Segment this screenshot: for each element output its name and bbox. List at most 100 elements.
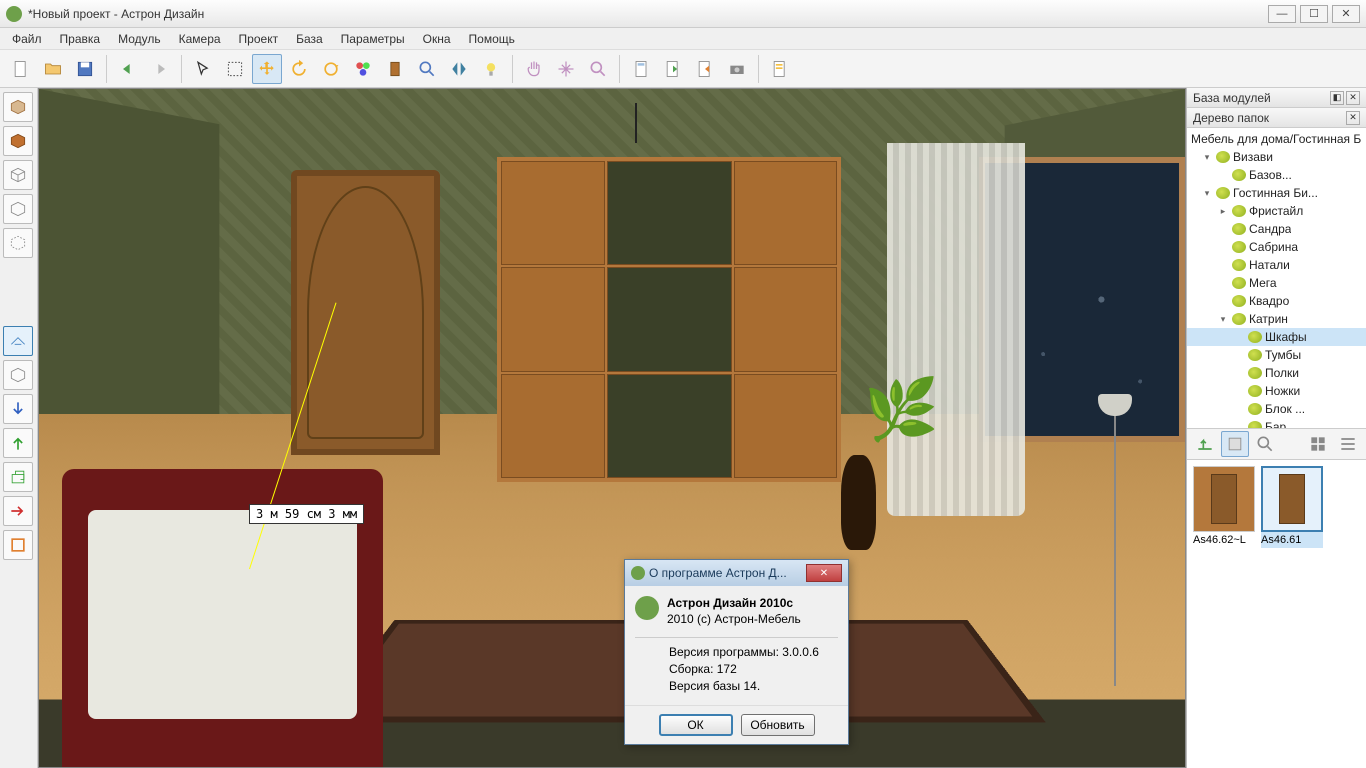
calc-button[interactable] xyxy=(626,54,656,84)
view-persp-icon[interactable] xyxy=(3,326,33,356)
new-file-button[interactable] xyxy=(6,54,36,84)
tree-item[interactable]: Шкафы xyxy=(1187,328,1366,346)
tree-item[interactable]: ▸Фристайл xyxy=(1187,202,1366,220)
box-orange-icon[interactable] xyxy=(3,530,33,560)
export-button[interactable] xyxy=(658,54,688,84)
thumb-view-large-icon[interactable] xyxy=(1221,431,1249,457)
tree-panel-header[interactable]: Дерево папок ✕ xyxy=(1187,108,1366,128)
close-button[interactable]: ✕ xyxy=(1332,5,1360,23)
tree-item-label: Катрин xyxy=(1249,312,1288,326)
tree-item[interactable]: Сандра xyxy=(1187,220,1366,238)
open-file-button[interactable] xyxy=(38,54,68,84)
tree-item[interactable]: Базов... xyxy=(1187,166,1366,184)
menu-module[interactable]: Модуль xyxy=(110,30,169,48)
tree-item[interactable]: Ножки xyxy=(1187,382,1366,400)
rotate-free-button[interactable] xyxy=(316,54,346,84)
panel-dock-icon[interactable]: ◧ xyxy=(1330,91,1344,105)
thumb-search-icon[interactable] xyxy=(1251,431,1279,457)
primitive-solid-icon[interactable] xyxy=(3,126,33,156)
tree-item[interactable]: Мега xyxy=(1187,274,1366,292)
3d-viewport[interactable]: 3 м 59 см 3 мм О программе Астрон Д... ✕… xyxy=(38,88,1186,768)
arrow-down-blue-icon[interactable] xyxy=(3,394,33,424)
spacer xyxy=(3,262,33,322)
tree-item[interactable]: Квадро xyxy=(1187,292,1366,310)
primitive-wire-icon[interactable] xyxy=(3,160,33,190)
menu-windows[interactable]: Окна xyxy=(415,30,459,48)
door-button[interactable] xyxy=(380,54,410,84)
product-icon xyxy=(635,596,659,620)
ok-button[interactable]: ОК xyxy=(659,714,733,736)
thumb-up-icon[interactable] xyxy=(1191,431,1219,457)
primitive-box-icon[interactable] xyxy=(3,92,33,122)
magnify-button[interactable] xyxy=(412,54,442,84)
menu-params[interactable]: Параметры xyxy=(333,30,413,48)
orbit-button[interactable] xyxy=(551,54,581,84)
undo-button[interactable] xyxy=(113,54,143,84)
view-ortho-icon[interactable] xyxy=(3,360,33,390)
room-door xyxy=(291,170,440,455)
copyright: 2010 (с) Астрон-Мебель xyxy=(667,612,801,628)
folder-tree[interactable]: Мебель для дома/Гостинная Б ▾Визави Базов… xyxy=(1187,128,1366,428)
expander-icon[interactable]: ▾ xyxy=(1217,314,1229,325)
color-button[interactable] xyxy=(348,54,378,84)
folder-icon xyxy=(1232,259,1246,271)
arrow-up-green-icon[interactable] xyxy=(3,428,33,458)
dialog-body: Астрон Дизайн 2010с 2010 (с) Астрон-Мебе… xyxy=(625,586,848,631)
tree-item[interactable]: Полки xyxy=(1187,364,1366,382)
menu-file[interactable]: Файл xyxy=(4,30,50,48)
redo-button[interactable] xyxy=(145,54,175,84)
mirror-button[interactable] xyxy=(444,54,474,84)
thumbnail-item[interactable]: As46.62~L xyxy=(1193,466,1255,548)
tree-item[interactable]: Блок ... xyxy=(1187,400,1366,418)
tree-item-label: Базов... xyxy=(1249,168,1292,182)
light-button[interactable] xyxy=(476,54,506,84)
folder-icon xyxy=(1232,241,1246,253)
report-button[interactable] xyxy=(765,54,795,84)
tree-root[interactable]: Мебель для дома/Гостинная Б xyxy=(1187,130,1366,148)
marquee-button[interactable] xyxy=(220,54,250,84)
menu-base[interactable]: База xyxy=(288,30,331,48)
modules-panel-header[interactable]: База модулей ◧ ✕ xyxy=(1187,88,1366,108)
tree-item[interactable]: ▾ Катрин xyxy=(1187,310,1366,328)
tree-item[interactable]: ▾Визави xyxy=(1187,148,1366,166)
arrow-diag-green-icon[interactable] xyxy=(3,462,33,492)
tree-close-icon[interactable]: ✕ xyxy=(1346,111,1360,125)
select-button[interactable] xyxy=(188,54,218,84)
import-button[interactable] xyxy=(690,54,720,84)
tree-item-label: Натали xyxy=(1249,258,1290,272)
menu-camera[interactable]: Камера xyxy=(171,30,229,48)
thumbnail-area[interactable]: As46.62~LAs46.61 xyxy=(1187,460,1366,768)
pan-button[interactable] xyxy=(519,54,549,84)
panel-close-icon[interactable]: ✕ xyxy=(1346,91,1360,105)
primitive-outline-icon[interactable] xyxy=(3,194,33,224)
menu-help[interactable]: Помощь xyxy=(461,30,523,48)
menu-edit[interactable]: Правка xyxy=(52,30,109,48)
tree-item[interactable]: Натали xyxy=(1187,256,1366,274)
tree-item[interactable]: Тумбы xyxy=(1187,346,1366,364)
thumbnail-item[interactable]: As46.61 xyxy=(1261,466,1323,548)
maximize-button[interactable]: ☐ xyxy=(1300,5,1328,23)
folder-icon xyxy=(1248,349,1262,361)
minimize-button[interactable]: — xyxy=(1268,5,1296,23)
expander-icon[interactable]: ▾ xyxy=(1201,152,1213,163)
menu-project[interactable]: Проект xyxy=(231,30,287,48)
zoom-button[interactable] xyxy=(583,54,613,84)
expander-icon[interactable]: ▸ xyxy=(1217,206,1229,217)
snapshot-button[interactable] xyxy=(722,54,752,84)
plant xyxy=(864,374,979,496)
dialog-close-button[interactable]: ✕ xyxy=(806,564,842,582)
primitive-dashed-icon[interactable] xyxy=(3,228,33,258)
tree-item-label: Бар xyxy=(1265,420,1286,428)
update-button[interactable]: Обновить xyxy=(741,714,815,736)
rotate-90-button[interactable] xyxy=(284,54,314,84)
save-button[interactable] xyxy=(70,54,100,84)
thumb-grid-icon[interactable] xyxy=(1304,431,1332,457)
tree-item[interactable]: Сабрина xyxy=(1187,238,1366,256)
tree-item[interactable]: Бар xyxy=(1187,418,1366,428)
move-button[interactable] xyxy=(252,54,282,84)
arrow-right-red-icon[interactable] xyxy=(3,496,33,526)
tree-item[interactable]: ▾Гостинная Би... xyxy=(1187,184,1366,202)
thumb-list-icon[interactable] xyxy=(1334,431,1362,457)
dialog-titlebar[interactable]: О программе Астрон Д... ✕ xyxy=(625,560,848,586)
expander-icon[interactable]: ▾ xyxy=(1201,188,1213,199)
